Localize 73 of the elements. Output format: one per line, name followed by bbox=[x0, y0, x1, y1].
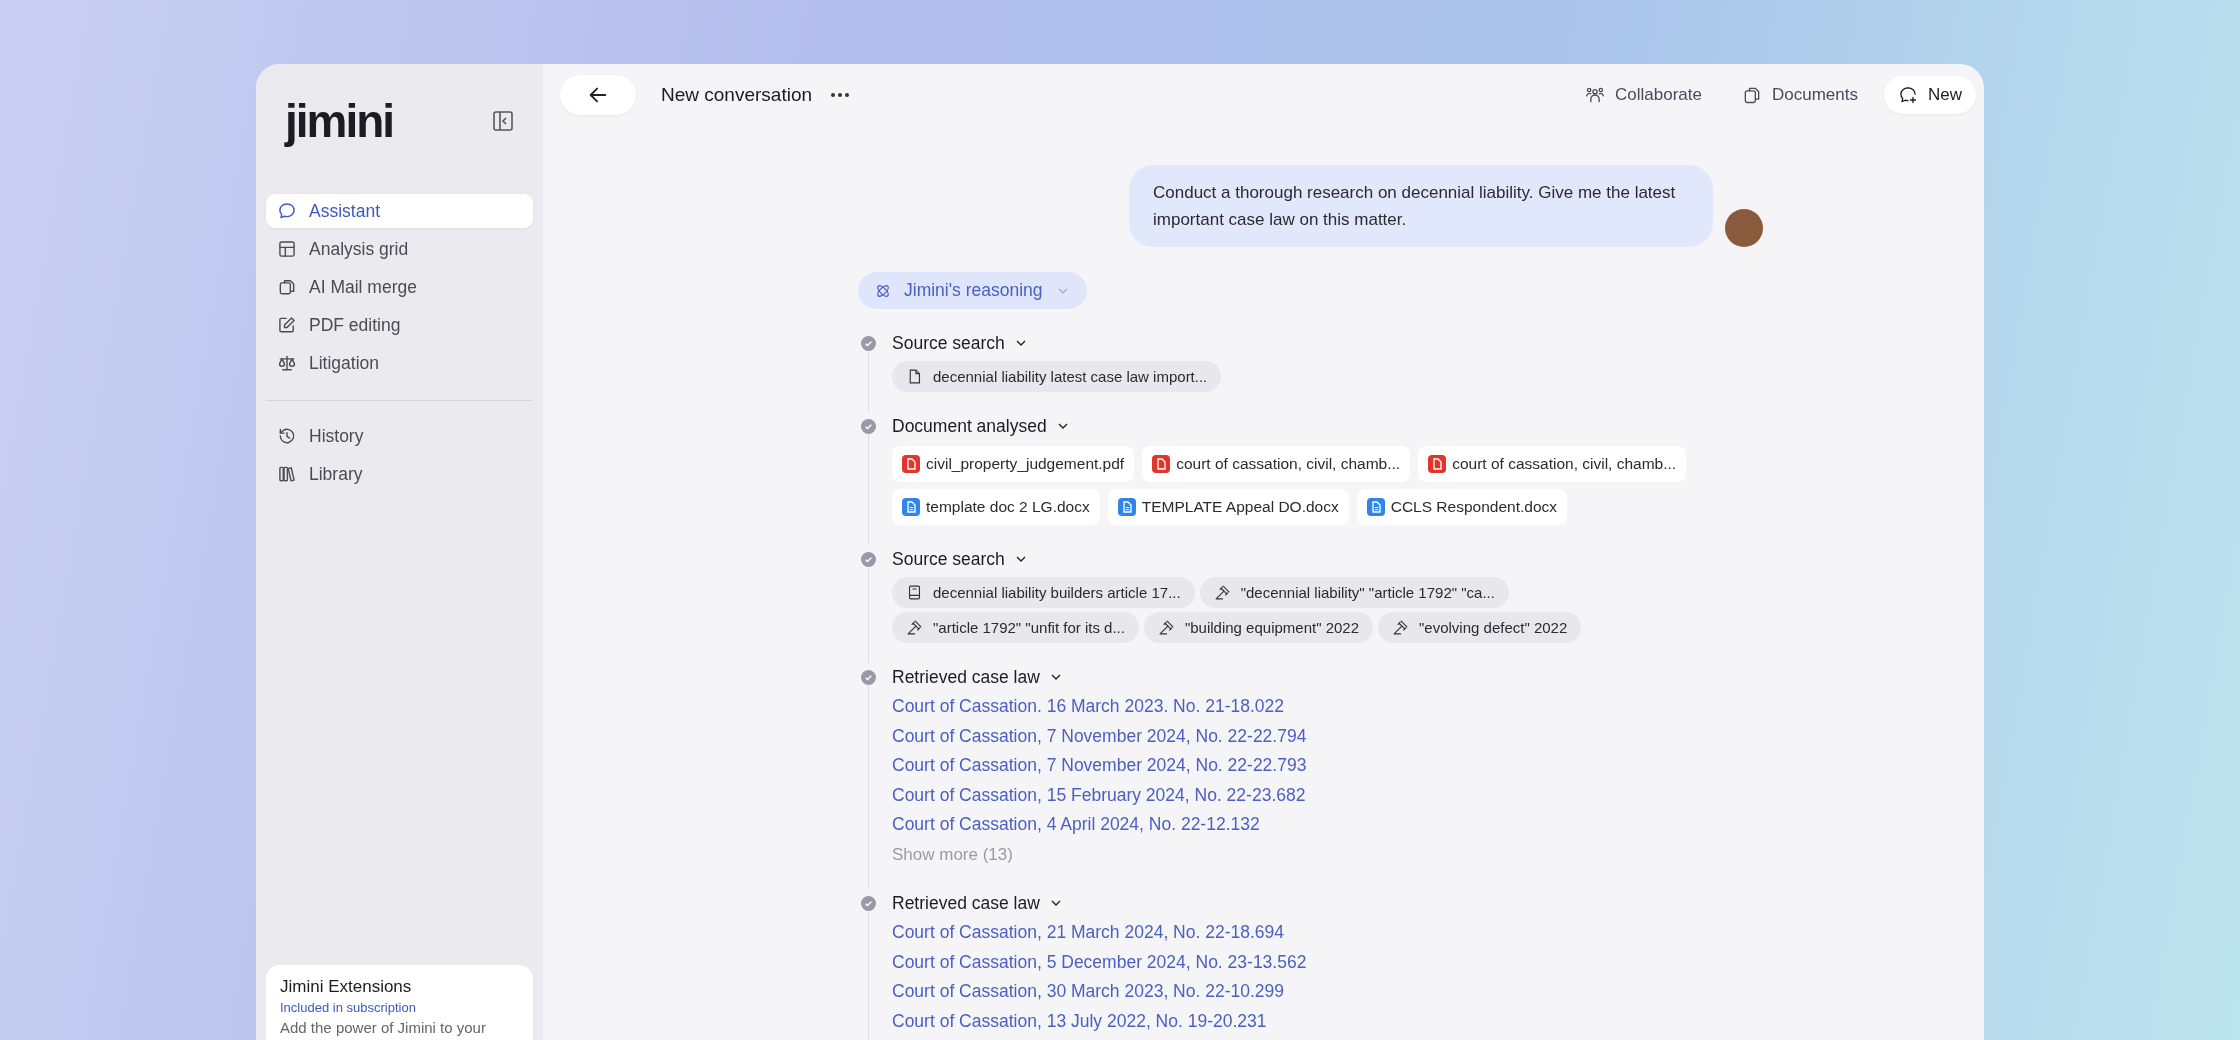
step-title[interactable]: Document analysed bbox=[892, 415, 1071, 437]
check-circle-icon bbox=[861, 552, 876, 567]
file-chip[interactable]: court of cassation, civil, chamb... bbox=[1418, 446, 1687, 482]
sidebar-item[interactable]: Assistant bbox=[266, 194, 533, 228]
toolbar-button[interactable]: Documents bbox=[1728, 76, 1872, 114]
file-chip[interactable]: CCLS Respondent.docx bbox=[1356, 489, 1567, 525]
gavel-icon bbox=[906, 619, 923, 636]
step-title[interactable]: Retrieved case law bbox=[892, 666, 1064, 688]
conversation-title: New conversation bbox=[661, 84, 813, 106]
check-circle-icon bbox=[861, 896, 876, 911]
more-icon[interactable] bbox=[830, 92, 851, 98]
file-chip[interactable]: civil_property_judgement.pdf bbox=[892, 446, 1135, 482]
file-chip[interactable]: template doc 2 LG.docx bbox=[892, 489, 1100, 525]
file-chip[interactable]: court of cassation, civil, chamb... bbox=[1142, 446, 1411, 482]
gavel-icon bbox=[1392, 619, 1410, 636]
check-circle-icon bbox=[861, 336, 876, 351]
pdf-file-icon bbox=[902, 455, 920, 473]
pencil-icon bbox=[277, 315, 297, 335]
case-law-link[interactable]: Court of Cassation, 15 February 2024, No. 22-23.682 bbox=[892, 780, 1763, 810]
gavel-icon bbox=[1213, 584, 1231, 601]
case-law-link[interactable]: Court of Cassation, 21 March 2024, No. 22-18.694 bbox=[892, 918, 1763, 948]
reasoning-toggle[interactable]: Jimini's reasoning bbox=[858, 272, 1087, 309]
search-query-chip[interactable]: "building equipment" 2022 bbox=[1143, 612, 1374, 643]
people-icon bbox=[1585, 85, 1606, 105]
sidebar-item[interactable]: Analysis grid bbox=[266, 232, 533, 266]
avatar bbox=[1725, 209, 1763, 247]
case-law-link[interactable]: Court of Cassation, 5 December 2024, No. 23-13.562 bbox=[892, 947, 1763, 977]
toolbar-button[interactable]: Collaborate bbox=[1571, 76, 1716, 114]
sidebar-item[interactable]: PDF editing bbox=[266, 308, 533, 342]
text-file-icon bbox=[1117, 498, 1136, 516]
search-query-chip[interactable]: "article 1792" "unfit for its d... bbox=[892, 612, 1139, 643]
card-title: Jimini Extensions bbox=[280, 977, 413, 997]
books-icon bbox=[277, 464, 297, 484]
copy-icon bbox=[277, 277, 297, 297]
sidebar-item[interactable]: History bbox=[266, 419, 533, 453]
pdf-file-icon bbox=[1428, 455, 1447, 473]
sidebar-item[interactable]: AI Mail merge bbox=[266, 270, 533, 304]
text-file-icon bbox=[902, 498, 920, 516]
case-law-link[interactable]: Court of Cassation, 30 March 2023, No. 22-10.299 bbox=[892, 977, 1763, 1007]
search-query-chip[interactable]: decennial liability builders article 17... bbox=[892, 577, 1195, 608]
pdf-file-icon bbox=[1152, 455, 1171, 473]
step-title[interactable]: Source search bbox=[892, 548, 1029, 570]
step-title[interactable]: Retrieved case law bbox=[892, 892, 1064, 914]
case-law-link[interactable]: Court of Cassation. 16 March 2023. No. 21-18.022 bbox=[892, 692, 1763, 722]
toolbar-button[interactable]: New bbox=[1884, 76, 1976, 114]
search-query-chip[interactable]: "decennial liability" "article 1792" "ca... bbox=[1199, 577, 1509, 608]
search-query-chip[interactable]: "evolving defect" 2022 bbox=[1378, 612, 1582, 643]
grid-icon bbox=[277, 239, 297, 259]
chat-plus-icon bbox=[1898, 85, 1918, 105]
sidebar-item[interactable]: Library bbox=[266, 457, 533, 491]
case-law-link[interactable]: Court of Cassation, 13 July 2022, No. 19-20.231 bbox=[892, 1006, 1763, 1036]
book-icon bbox=[906, 584, 923, 601]
sidebar-toggle-icon[interactable] bbox=[491, 109, 515, 133]
sidebar-item[interactable]: Litigation bbox=[266, 346, 533, 380]
search-query-chip[interactable]: decennial liability latest case law import... bbox=[892, 361, 1222, 392]
speech-bubble-icon bbox=[277, 201, 297, 221]
extensions-card[interactable]: Jimini Extensions Included in subscription Add the power of Jimini to your bbox=[266, 965, 533, 1040]
step-title[interactable]: Source search bbox=[892, 332, 1029, 354]
case-law-link[interactable]: Court of Cassation, 4 April 2024, No. 22-12.132 bbox=[892, 810, 1763, 840]
card-description: Add the power of Jimini to your bbox=[280, 1019, 487, 1036]
history-icon bbox=[277, 426, 297, 446]
scales-icon bbox=[277, 353, 297, 373]
check-circle-icon bbox=[861, 670, 876, 685]
check-circle-icon bbox=[861, 419, 876, 434]
case-law-link[interactable]: Court of Cassation, 7 November 2024, No. 22-22.794 bbox=[892, 721, 1763, 751]
text-file-icon bbox=[1366, 498, 1385, 516]
file-chip[interactable]: TEMPLATE Appeal DO.docx bbox=[1107, 489, 1349, 525]
user-message: Conduct a thorough research on decennial liability. Give me the latest important case law on this matter. bbox=[1129, 165, 1713, 247]
copy-icon bbox=[1742, 85, 1762, 105]
card-subtitle: Included in subscription bbox=[280, 1000, 417, 1015]
case-law-link[interactable]: Court of Cassation, 7 November 2024, No. 22-22.793 bbox=[892, 751, 1763, 781]
gavel-icon bbox=[1157, 619, 1175, 636]
back-button[interactable] bbox=[560, 75, 636, 115]
